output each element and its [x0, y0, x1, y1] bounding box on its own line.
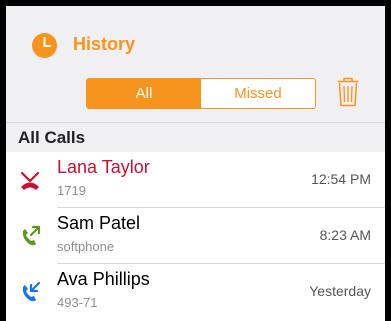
section-header: All Calls [6, 122, 385, 152]
clock-icon [32, 33, 57, 58]
caller-detail: 493-71 [57, 295, 98, 310]
call-time: Yesterday [309, 283, 371, 299]
history-header: History All Missed [6, 6, 385, 122]
caller-name: Lana Taylor [57, 157, 150, 177]
caller-name: Sam Patel [57, 213, 141, 233]
call-time: 8:23 AM [319, 227, 371, 243]
missed-call-icon [20, 171, 40, 190]
tab-all[interactable]: All [87, 79, 201, 108]
caller-detail: softphone [57, 239, 115, 254]
call-row[interactable]: Sam Patel softphone 8:23 AM [6, 208, 385, 264]
filter-segmented-control[interactable]: All Missed [86, 78, 316, 109]
page-title: History [73, 34, 136, 54]
caller-detail: 1719 [57, 183, 86, 198]
trash-icon[interactable] [337, 77, 359, 107]
caller-name: Ava Phillips [57, 269, 150, 289]
call-row[interactable]: Lana Taylor 1719 12:54 PM [6, 152, 385, 208]
outgoing-call-icon [22, 225, 41, 246]
call-row[interactable]: Ava Phillips 493-71 Yesterday [6, 264, 385, 320]
section-title: All Calls [18, 128, 86, 147]
call-time: 12:54 PM [311, 171, 371, 187]
history-screen: History All Missed All Calls Lana Taylor… [6, 6, 385, 321]
incoming-call-icon [22, 281, 41, 302]
tab-missed[interactable]: Missed [201, 79, 315, 108]
